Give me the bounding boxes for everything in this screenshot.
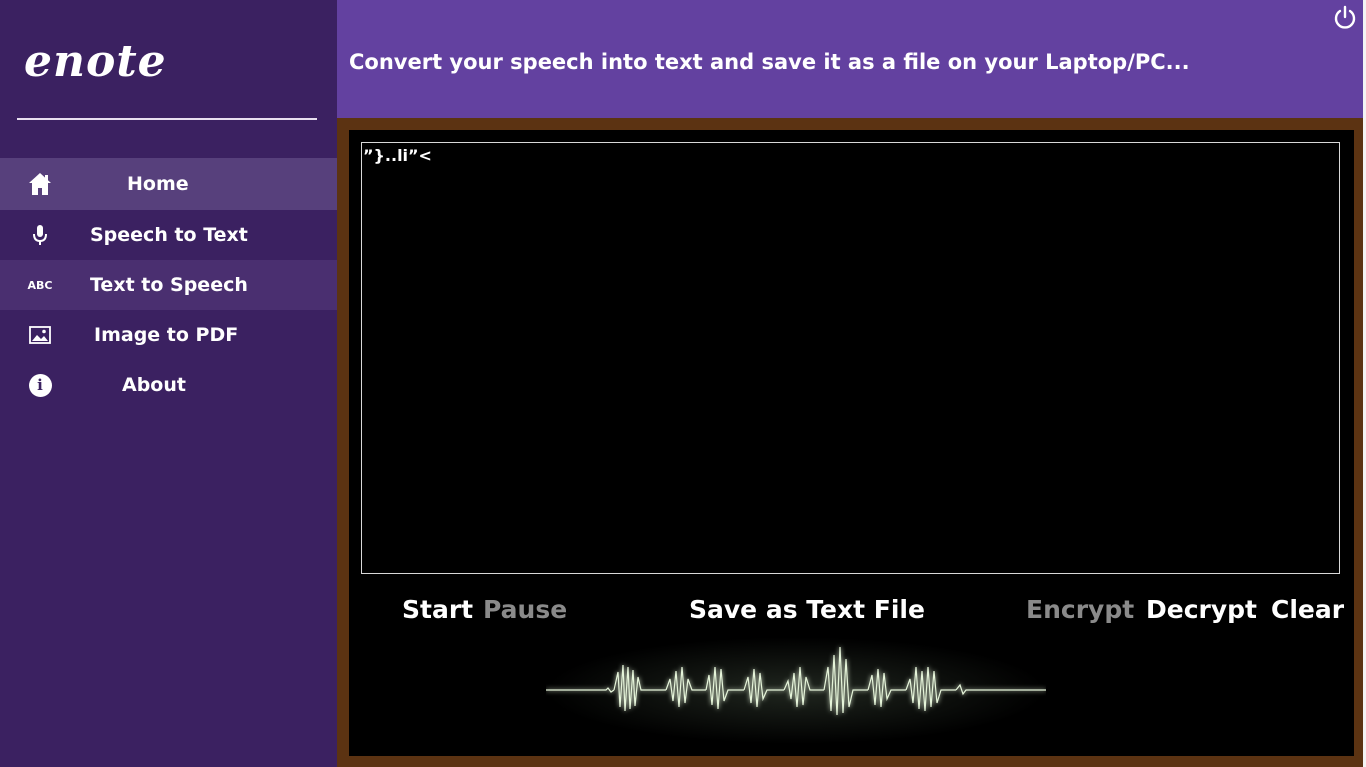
save-text-file-button[interactable]: Save as Text File bbox=[689, 595, 925, 624]
image-icon bbox=[27, 322, 53, 348]
header: Convert your speech into text and save i… bbox=[337, 0, 1363, 118]
encrypt-button[interactable]: Encrypt bbox=[1026, 595, 1134, 624]
page-title: Convert your speech into text and save i… bbox=[349, 50, 1190, 74]
app-logo: enote bbox=[24, 36, 167, 87]
sidebar-item-label: About bbox=[122, 374, 186, 396]
sidebar-item-speech-to-text[interactable]: Speech to Text bbox=[0, 210, 337, 260]
power-icon[interactable] bbox=[1331, 4, 1359, 32]
sidebar-item-image-to-pdf[interactable]: Image to PDF bbox=[0, 310, 337, 360]
clear-button[interactable]: Clear bbox=[1271, 595, 1344, 624]
pause-button[interactable]: Pause bbox=[483, 595, 567, 624]
decrypt-button[interactable]: Decrypt bbox=[1146, 595, 1257, 624]
sidebar-nav: Home Speech to Text ABC Text to Speech I… bbox=[0, 158, 337, 410]
logo-divider bbox=[17, 118, 317, 120]
sidebar: enote Home Speech to Text ABC Text to Sp… bbox=[0, 0, 337, 767]
sidebar-item-home[interactable]: Home bbox=[0, 158, 337, 210]
sidebar-item-text-to-speech[interactable]: ABC Text to Speech bbox=[0, 260, 337, 310]
sidebar-item-label: Text to Speech bbox=[90, 274, 248, 296]
sidebar-item-label: Home bbox=[127, 173, 189, 195]
speech-text-area[interactable]: ”}..li”< bbox=[361, 142, 1340, 574]
sidebar-item-about[interactable]: i About bbox=[0, 360, 337, 410]
start-button[interactable]: Start bbox=[402, 595, 473, 624]
info-icon: i bbox=[27, 372, 53, 398]
abc-icon: ABC bbox=[27, 278, 53, 292]
sidebar-item-label: Image to PDF bbox=[94, 324, 239, 346]
waveform-image bbox=[546, 637, 1046, 744]
microphone-icon bbox=[27, 222, 53, 248]
sidebar-item-label: Speech to Text bbox=[90, 224, 248, 246]
home-icon bbox=[27, 171, 53, 197]
